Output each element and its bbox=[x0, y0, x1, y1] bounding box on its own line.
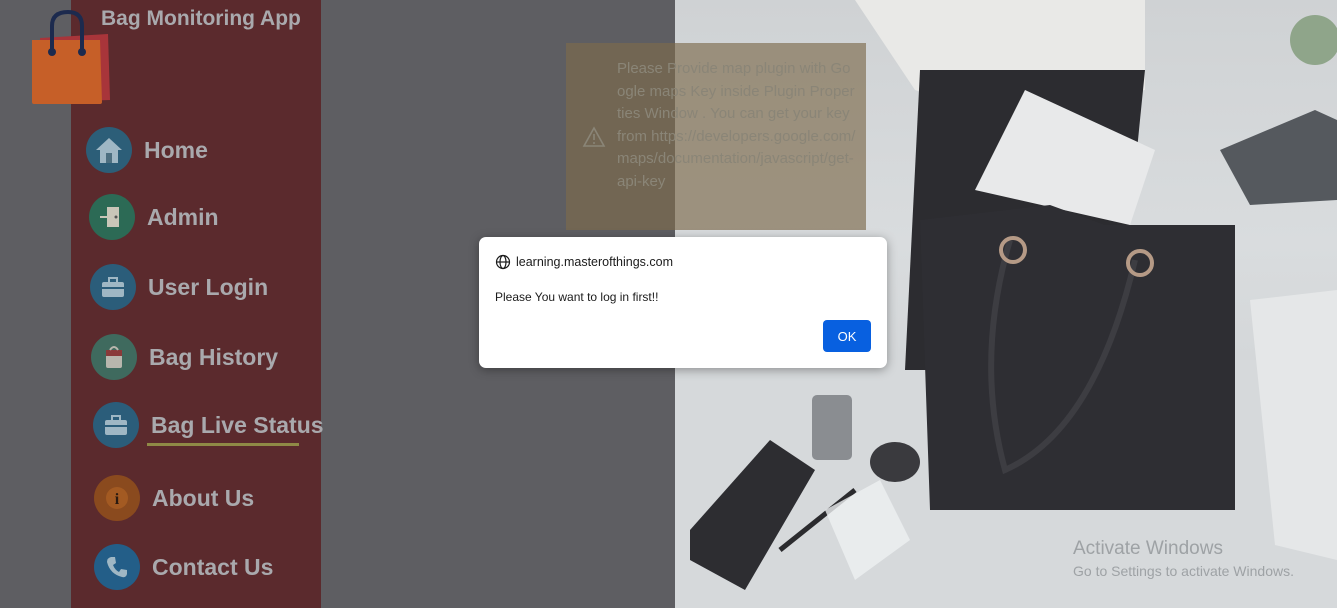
sidebar-item-label: Bag Live Status bbox=[151, 411, 324, 438]
sidebar-item-admin[interactable]: Admin bbox=[89, 194, 219, 240]
sidebar-item-label: Home bbox=[144, 136, 208, 163]
globe-icon bbox=[495, 254, 511, 270]
sidebar-item-contact-us[interactable]: Contact Us bbox=[94, 544, 273, 590]
ok-button[interactable]: OK bbox=[823, 320, 871, 352]
dialog-origin: learning.masterofthings.com bbox=[495, 254, 673, 270]
briefcase-icon bbox=[90, 264, 136, 310]
sidebar-item-bag-history[interactable]: Bag History bbox=[91, 334, 278, 380]
sidebar-item-label: User Login bbox=[148, 273, 269, 300]
warning-icon bbox=[582, 126, 606, 147]
dialog-origin-text: learning.masterofthings.com bbox=[516, 255, 674, 269]
activate-windows-subtitle: Go to Settings to activate Windows. bbox=[1073, 563, 1294, 579]
active-item-underline bbox=[147, 443, 299, 446]
sidebar-item-label: Admin bbox=[147, 203, 219, 230]
activate-windows-watermark: Activate Windows Go to Settings to activ… bbox=[1073, 538, 1294, 579]
info-icon: i bbox=[94, 475, 140, 521]
sidebar-item-about-us[interactable]: i About Us bbox=[94, 475, 254, 521]
map-plugin-notice-text: Please Provide map plugin with Google ma… bbox=[617, 60, 856, 190]
svg-text:i: i bbox=[115, 491, 120, 508]
sidebar-item-label: Bag History bbox=[149, 343, 279, 370]
app-title: Bag Monitoring App bbox=[101, 7, 301, 30]
alert-dialog: learning.masterofthings.com Please You w… bbox=[479, 237, 887, 368]
briefcase-icon bbox=[93, 402, 139, 448]
sidebar-item-label: Contact Us bbox=[152, 553, 274, 580]
bag-icon bbox=[91, 334, 137, 380]
home-icon bbox=[86, 127, 132, 173]
shopping-bag-icon bbox=[32, 10, 110, 104]
sidebar-item-user-login[interactable]: User Login bbox=[90, 264, 268, 310]
door-icon bbox=[89, 194, 135, 240]
sidebar-item-label: About Us bbox=[152, 484, 255, 511]
sidebar-item-home[interactable]: Home bbox=[86, 127, 208, 173]
dialog-message: Please You want to log in first!! bbox=[495, 290, 659, 304]
sidebar-item-bag-live-status[interactable]: Bag Live Status bbox=[93, 402, 324, 448]
phone-icon bbox=[94, 544, 140, 590]
activate-windows-title: Activate Windows bbox=[1073, 538, 1223, 559]
